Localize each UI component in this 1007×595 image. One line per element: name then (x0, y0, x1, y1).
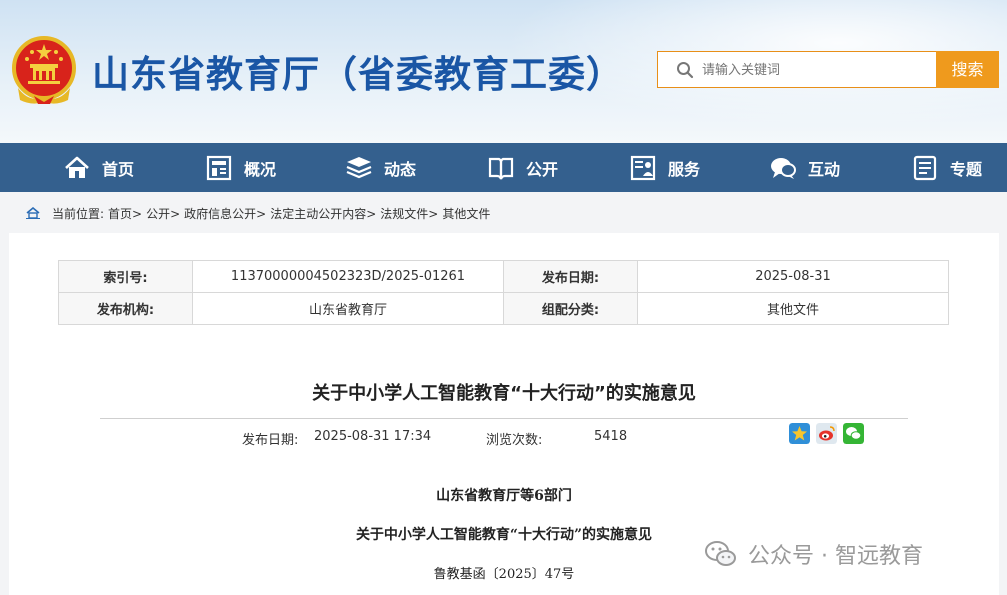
nav-item-interact[interactable]: 互动 (770, 143, 840, 192)
nav-label: 首页 (102, 159, 135, 179)
home-icon (65, 156, 89, 178)
nav-item-service[interactable]: 服务 (630, 143, 700, 192)
nav-label: 概况 (244, 159, 277, 179)
document-icon (913, 155, 937, 180)
nav-item-overview[interactable]: 概况 (206, 143, 276, 192)
search-button[interactable]: 搜索 (936, 51, 999, 88)
pub-date-value: 2025-08-31 17:34 (314, 429, 432, 444)
nav-label: 动态 (384, 159, 417, 179)
breadcrumb-prefix: 当前位置: (52, 206, 105, 221)
breadcrumb-gov-info[interactable]: 政府信息公开> (184, 205, 266, 222)
breadcrumb-home[interactable]: 首页> (108, 205, 142, 222)
breadcrumb-other-files[interactable]: 其他文件 (442, 205, 490, 222)
service-icon (630, 155, 656, 180)
nav-label: 专题 (950, 159, 983, 179)
search-box (657, 51, 936, 88)
category-label: 组配分类: (503, 292, 638, 325)
issuer-line: 山东省教育厅等6部门 (436, 488, 572, 504)
nav-item-public[interactable]: 公开 (488, 143, 558, 192)
metadata-table: 索引号: 11370000004502323D/2025-01261 发布日期:… (58, 260, 949, 325)
stack-icon (346, 156, 372, 178)
publisher-label: 发布机构: (58, 292, 193, 325)
nav-item-topic[interactable]: 专题 (912, 143, 982, 192)
main-nav: 首页 概况 动态 公开 服务 互动 专题 (0, 143, 1007, 192)
breadcrumb: 当前位置: 首页> 公开> 政府信息公开> 法定主动公开内容> 法规文件> 其他… (26, 204, 494, 222)
nav-label: 服务 (668, 159, 701, 179)
title-divider (100, 418, 908, 419)
book-icon (488, 157, 514, 179)
publish-date-label: 发布日期: (503, 260, 638, 293)
wechat-icon[interactable] (843, 423, 864, 444)
weibo-icon[interactable] (816, 423, 837, 444)
breadcrumb-statutory[interactable]: 法定主动公开内容> (270, 205, 376, 222)
table-row: 发布机构: 山东省教育厅 组配分类: 其他文件 (58, 292, 949, 325)
category-value: 其他文件 (637, 292, 949, 325)
chat-icon (771, 157, 796, 179)
publish-date-value: 2025-08-31 (637, 260, 949, 293)
search-icon (677, 62, 694, 79)
watermark-text: 公众号 · 智远教育 (748, 544, 923, 569)
breadcrumb-regulations[interactable]: 法规文件> (380, 205, 438, 222)
search-input[interactable] (702, 58, 927, 82)
nav-item-home[interactable]: 首页 (64, 143, 134, 192)
national-emblem-icon (12, 36, 76, 104)
publisher-value: 山东省教育厅 (192, 292, 504, 325)
home-icon (26, 207, 40, 219)
nav-item-news[interactable]: 动态 (346, 143, 416, 192)
building-icon (206, 155, 232, 180)
site-title[interactable]: 山东省教育厅（省委教育工委） (92, 44, 624, 98)
index-number-label: 索引号: (58, 260, 193, 293)
views-label: 浏览次数: (486, 433, 543, 448)
breadcrumb-public[interactable]: 公开> (146, 205, 180, 222)
views-value: 5418 (594, 429, 628, 444)
nav-label: 公开 (526, 159, 559, 179)
watermark: 公众号 · 智远教育 (704, 538, 923, 570)
index-number-value: 11370000004502323D/2025-01261 (192, 260, 504, 293)
site-header: 山东省教育厅（省委教育工委） 搜索 (0, 0, 1007, 143)
table-row: 索引号: 11370000004502323D/2025-01261 发布日期:… (58, 260, 949, 293)
qzone-icon[interactable] (789, 423, 810, 444)
article-title: 关于中小学人工智能教育“十大行动”的实施意见 (312, 383, 696, 404)
pub-date-label: 发布日期: (242, 433, 299, 448)
nav-label: 互动 (808, 159, 841, 179)
wechat-logo-icon (705, 541, 736, 566)
